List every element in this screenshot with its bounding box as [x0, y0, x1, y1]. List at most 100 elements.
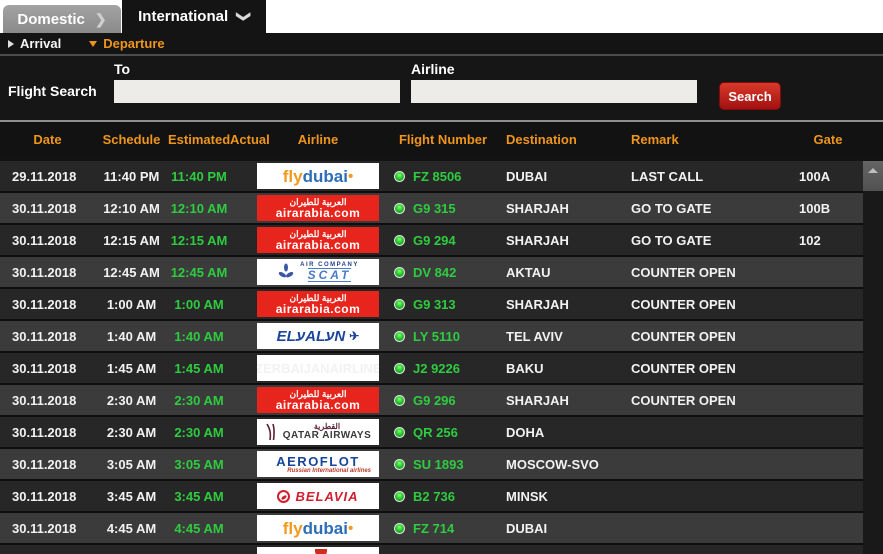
flight-number-text: B2 736 — [413, 488, 455, 504]
status-dot-icon — [394, 202, 405, 214]
airline-logo-azerbaijan: AZERBAIJANAIRLINES — [257, 355, 379, 381]
cell-airline: AEROFLOT Russian International airlines — [248, 451, 388, 477]
table-header: Date Schedule Estimated Actual Airline Flight… — [0, 122, 863, 157]
flight-number-text: FZ 714 — [413, 520, 455, 536]
status-dot-icon — [394, 234, 405, 246]
cell-estimated: 4:45 AM — [174, 520, 224, 536]
column-header-flight-number: Flight Number — [398, 132, 488, 147]
tab-domestic[interactable]: Domestic ❯ — [3, 5, 121, 33]
cell-remark: COUNTER OPEN — [631, 328, 736, 344]
cell-flight-number: DV 842 — [388, 265, 498, 280]
status-dot-icon — [394, 458, 405, 470]
flight-search-title: Flight Search — [8, 83, 97, 99]
cell-airline: العربية للطيران airarabia.com — [248, 195, 388, 221]
flight-number-text: FZ 8506 — [413, 168, 462, 184]
cell-schedule: 1:45 AM — [106, 360, 157, 376]
cell-destination: BAKU — [506, 360, 544, 376]
cell-destination: DOHA — [506, 424, 545, 440]
cell-gate: 100A — [799, 168, 831, 184]
cell-flight-number: LY 5110 — [388, 329, 498, 344]
cell-destination: MINSK — [506, 488, 548, 504]
cell-estimated: 12:45 AM — [170, 264, 228, 280]
cell-destination: DUBAI — [506, 168, 548, 184]
status-dot-icon — [394, 426, 405, 438]
airline-logo-scat: AIR COMPANY SCAT — [257, 259, 379, 285]
airline-logo-airarabia: العربية للطيران airarabia.com — [257, 387, 379, 413]
cell-flight-number: G9 296 — [388, 393, 498, 408]
table-row: 30.11.2018 2:30 AM 2:30 AM العربية للطيران a… — [0, 385, 863, 415]
status-dot-icon — [394, 330, 405, 342]
cell-remark: COUNTER OPEN — [631, 296, 736, 312]
column-header-remark: Remark — [631, 132, 679, 147]
column-header-destination: Destination — [506, 132, 577, 147]
cell-flight-number: B2 736 — [388, 489, 498, 504]
airline-logo-elal: ELעALעN ✈ — [257, 323, 379, 349]
cell-estimated: 2:30 AM — [174, 424, 224, 440]
table-row: 30.11.2018 4:45 AM 4:45 AM fly dubai • FZ 714 D… — [0, 513, 863, 543]
flight-table-body: 29.11.2018 11:40 PM 11:40 PM fly dubai • FZ 85… — [0, 161, 863, 554]
flight-number-text: G9 315 — [413, 200, 456, 216]
to-field-group: To — [114, 56, 400, 103]
cell-remark: COUNTER OPEN — [631, 264, 736, 280]
airline-logo-qatar: القطرية QATAR AIRWAYS — [257, 419, 379, 445]
cell-flight-number: FZ 714 — [388, 521, 498, 536]
cell-flight-number: J2 9226 — [388, 361, 498, 376]
to-label: To — [114, 61, 131, 77]
flight-number-text: G9 296 — [413, 392, 456, 408]
cell-remark: LAST CALL — [631, 168, 704, 184]
cell-gate: 100B — [799, 200, 831, 216]
status-dot-icon — [394, 490, 405, 502]
to-input[interactable] — [114, 80, 400, 103]
cell-airline: fly dubai • — [248, 163, 388, 189]
cell-schedule: 11:40 PM — [103, 168, 160, 184]
cell-destination: SHARJAH — [506, 296, 569, 312]
cell-destination: MOSCOW-SVO — [506, 456, 599, 472]
vertical-scrollbar[interactable] — [863, 161, 883, 554]
cell-airline — [248, 547, 388, 554]
column-header-estimated: Estimated — [168, 132, 231, 147]
cell-date: 30.11.2018 — [12, 360, 77, 376]
table-row: 30.11.2018 1:45 AM 1:45 AM AZERBAIJANAIRLIN… — [0, 353, 863, 383]
cell-date: 30.11.2018 — [12, 392, 77, 408]
status-dot-icon — [394, 266, 405, 278]
flight-number-text: G9 294 — [413, 232, 456, 248]
tab-domestic-label: Domestic — [17, 10, 85, 28]
cell-airline: AZERBAIJANAIRLINES — [248, 355, 388, 381]
table-row: 30.11.2018 1:40 AM 1:40 AM ELעALעN ✈ LY 5110 T… — [0, 321, 863, 351]
table-row: 30.11.2018 3:45 AM 3:45 AM BELAVIA B2 736 MIN… — [0, 481, 863, 511]
airline-input[interactable] — [411, 80, 697, 103]
scroll-up-button[interactable] — [863, 161, 883, 191]
table-row: 30.11.2018 12:15 AM 12:15 AM العربية للطيرا… — [0, 225, 863, 255]
search-button[interactable]: Search — [719, 82, 781, 110]
column-header-actual: Actual — [230, 132, 270, 147]
nav-arrival[interactable]: Arrival — [8, 36, 61, 51]
cell-schedule: 12:10 AM — [103, 200, 160, 216]
cell-date: 30.11.2018 — [12, 456, 77, 472]
column-header-airline: Airline — [297, 132, 339, 147]
cell-flight-number: G9 313 — [388, 297, 498, 312]
flight-number-text: SU 1893 — [413, 456, 464, 472]
cell-schedule: 12:15 AM — [103, 232, 160, 248]
cell-estimated: 2:30 AM — [174, 392, 224, 408]
cell-destination: TEL AVIV — [506, 328, 563, 344]
table-header-wrap: Date Schedule Estimated Actual Airline Flight… — [0, 122, 883, 157]
cell-estimated: 1:40 AM — [174, 328, 224, 344]
table-row: 30.11.2018 12:10 AM 12:10 AM العربية للطيرا… — [0, 193, 863, 223]
nav-departure-label: Departure — [103, 36, 165, 51]
flight-information-board: Domestic ❯ International ❯ Arrival Depar… — [0, 0, 883, 554]
table-row: 30.11.2018 2:30 AM 2:30 AM القطرية QATAR AIR… — [0, 417, 863, 447]
flight-number-text: QR 256 — [413, 424, 458, 440]
cell-estimated: 1:00 AM — [174, 296, 224, 312]
cell-remark: GO TO GATE — [631, 200, 712, 216]
cell-date: 30.11.2018 — [12, 264, 77, 280]
cell-destination: AKTAU — [506, 264, 551, 280]
cell-date: 30.11.2018 — [12, 424, 77, 440]
cell-schedule: 4:45 AM — [106, 520, 157, 536]
tab-international[interactable]: International ❯ — [122, 0, 266, 33]
triangle-down-icon — [89, 40, 98, 47]
cell-airline: BELAVIA — [248, 483, 388, 509]
cell-airline: العربية للطيران airarabia.com — [248, 387, 388, 413]
cell-flight-number: G9 294 — [388, 233, 498, 248]
nav-departure[interactable]: Departure — [89, 36, 165, 51]
cell-remark: GO TO GATE — [631, 232, 712, 248]
